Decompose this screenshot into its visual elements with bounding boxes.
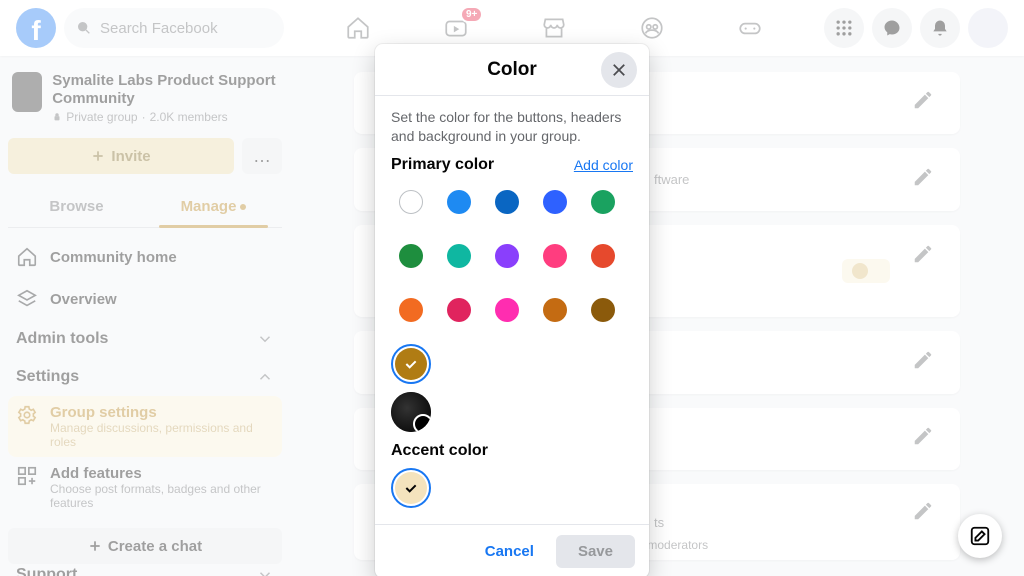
color-swatch[interactable] (583, 182, 623, 222)
check-icon (403, 356, 419, 372)
close-button[interactable] (601, 52, 637, 88)
modal-description: Set the color for the buttons, headers a… (391, 108, 633, 146)
color-swatch[interactable] (391, 236, 431, 276)
check-icon (403, 480, 419, 496)
modal-header: Color (375, 44, 649, 96)
accent-swatch-selected[interactable] (391, 468, 431, 508)
color-swatch[interactable] (583, 290, 623, 330)
modal-body: Set the color for the buttons, headers a… (375, 96, 649, 524)
color-swatch[interactable] (439, 290, 479, 330)
close-icon (610, 61, 628, 79)
color-swatch[interactable] (583, 236, 623, 276)
compose-fab[interactable] (958, 514, 1002, 558)
color-swatch[interactable] (391, 290, 431, 330)
add-color-link[interactable]: Add color (574, 157, 633, 173)
color-swatch-white[interactable] (391, 182, 431, 222)
pencil-in-square-icon (969, 525, 991, 547)
color-modal: Color Set the color for the buttons, hea… (375, 44, 649, 576)
color-swatch[interactable] (535, 236, 575, 276)
color-swatch[interactable] (439, 182, 479, 222)
save-button[interactable]: Save (556, 535, 635, 568)
color-swatch-selected[interactable] (391, 344, 431, 384)
modal-title: Color (487, 59, 537, 81)
custom-color-thumb[interactable] (391, 392, 431, 432)
color-swatch[interactable] (535, 290, 575, 330)
primary-color-grid (391, 182, 633, 384)
modal-footer: Cancel Save (375, 524, 649, 576)
color-swatch[interactable] (487, 182, 527, 222)
primary-color-label: Primary color (391, 156, 494, 174)
color-swatch[interactable] (439, 236, 479, 276)
cancel-button[interactable]: Cancel (471, 535, 548, 568)
color-swatch[interactable] (487, 236, 527, 276)
color-swatch[interactable] (487, 290, 527, 330)
accent-color-label: Accent color (391, 442, 488, 460)
color-swatch[interactable] (535, 182, 575, 222)
